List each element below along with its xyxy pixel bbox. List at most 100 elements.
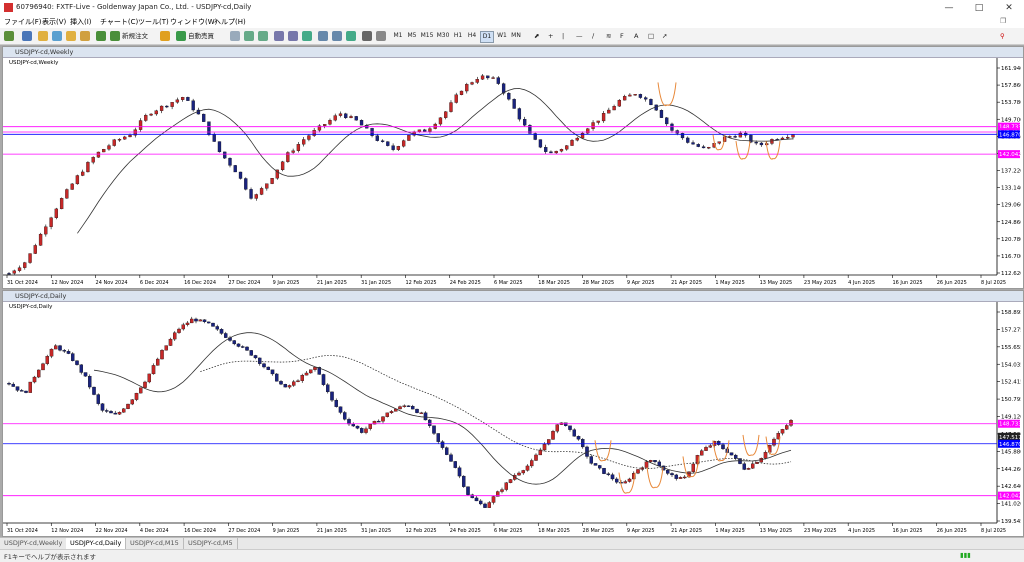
daily-chart-window[interactable]: USDJPY-cd,Daily USDJPY-cd,Daily 158.8951… bbox=[2, 290, 1024, 537]
label-icon[interactable]: □ bbox=[648, 30, 654, 42]
timeframe-h1[interactable]: H1 bbox=[452, 31, 464, 41]
candle-body bbox=[644, 97, 648, 100]
timeframe-m15[interactable]: M15 bbox=[420, 31, 434, 41]
weekly-chart-window[interactable]: USDJPY-cd,Weekly USDJPY-cd,Weekly 161.94… bbox=[2, 46, 1024, 289]
timeframe-mn[interactable]: MN bbox=[510, 31, 522, 41]
periods-icon[interactable] bbox=[362, 31, 372, 41]
autoscroll-icon[interactable] bbox=[332, 31, 342, 41]
tab-m5[interactable]: USDJPY-cd,M5 bbox=[184, 538, 238, 549]
candle-body bbox=[45, 356, 50, 364]
bar-chart-icon[interactable] bbox=[230, 31, 240, 41]
candle-body bbox=[123, 136, 127, 140]
tab-m15[interactable]: USDJPY-cd,M15 bbox=[126, 538, 184, 549]
candle-body bbox=[71, 353, 75, 361]
candle-body bbox=[259, 188, 264, 195]
arrows-icon[interactable]: ➚ bbox=[662, 30, 667, 42]
search-icon[interactable]: ⚲ bbox=[1000, 30, 1005, 42]
candle-body bbox=[102, 148, 106, 153]
menu-tools[interactable]: ツール(T) bbox=[138, 17, 169, 27]
candle-body bbox=[168, 338, 173, 346]
candle-body bbox=[508, 479, 513, 483]
candle-body bbox=[772, 438, 776, 446]
candle-body bbox=[279, 381, 283, 385]
tile-windows-icon[interactable] bbox=[302, 31, 312, 41]
minimize-button[interactable]: — bbox=[934, 0, 964, 16]
candle-body bbox=[105, 410, 109, 412]
strategy-tester-icon[interactable] bbox=[96, 31, 106, 41]
market-watch-icon[interactable] bbox=[38, 31, 48, 41]
candle-body bbox=[32, 376, 37, 383]
candle-body bbox=[223, 151, 227, 159]
auto-trading-icon[interactable] bbox=[176, 31, 186, 41]
timeframe-h4[interactable]: H4 bbox=[466, 31, 478, 41]
candlestick-icon[interactable] bbox=[244, 31, 254, 41]
crosshair-icon[interactable]: + bbox=[548, 30, 553, 42]
new-order-icon[interactable] bbox=[110, 31, 120, 41]
new-chart-icon[interactable] bbox=[4, 31, 14, 41]
daily-window-titlebar[interactable]: USDJPY-cd,Daily bbox=[3, 291, 1023, 302]
tab-daily[interactable]: USDJPY-cd,Daily bbox=[66, 538, 127, 549]
menu-insert[interactable]: 挿入(I) bbox=[70, 17, 92, 27]
new-order-button[interactable]: 新規注文 bbox=[122, 30, 148, 42]
timeframe-m30[interactable]: M30 bbox=[436, 31, 450, 41]
candle-body bbox=[122, 408, 126, 413]
channel-icon[interactable]: ≋ bbox=[606, 30, 611, 42]
candle-body bbox=[17, 267, 22, 271]
time-axis-label: 8 Jul 2025 bbox=[981, 528, 1006, 534]
profiles-icon[interactable] bbox=[22, 31, 32, 41]
timeframe-d1[interactable]: D1 bbox=[480, 31, 494, 43]
metaeditor-icon[interactable] bbox=[160, 31, 170, 41]
annotation-curve bbox=[657, 82, 677, 107]
timeframe-w1[interactable]: W1 bbox=[496, 31, 508, 41]
navigator-icon[interactable] bbox=[66, 31, 76, 41]
data-window-icon[interactable] bbox=[52, 31, 62, 41]
text-icon[interactable]: A bbox=[634, 30, 638, 42]
fibonacci-icon[interactable]: F bbox=[620, 30, 624, 42]
daily-chart[interactable]: 158.895 157.275 155.655 154.035 152.415 150.7… bbox=[3, 302, 1021, 535]
zoom-out-icon[interactable] bbox=[288, 31, 298, 41]
candle-body bbox=[70, 183, 74, 190]
indicators-icon[interactable] bbox=[346, 31, 356, 41]
menu-file[interactable]: ファイル(F) bbox=[4, 17, 42, 27]
trendline-icon[interactable]: ∕ bbox=[592, 30, 594, 42]
candle-body bbox=[568, 425, 572, 430]
candle-body bbox=[436, 433, 440, 442]
timeframe-m1[interactable]: M1 bbox=[392, 31, 404, 41]
terminal-icon[interactable] bbox=[80, 31, 90, 41]
weekly-window-titlebar[interactable]: USDJPY-cd,Weekly bbox=[3, 47, 1023, 58]
time-axis-label: 28 Mar 2025 bbox=[583, 528, 615, 534]
cursor-icon[interactable]: ⬈ bbox=[534, 30, 539, 42]
time-axis-label: 1 May 2025 bbox=[715, 528, 744, 534]
candle-body bbox=[92, 386, 96, 395]
line-chart-icon[interactable] bbox=[258, 31, 268, 41]
horizontal-line-icon[interactable]: — bbox=[576, 30, 583, 42]
timeframe-m5[interactable]: M5 bbox=[406, 31, 418, 41]
candle-body bbox=[486, 75, 490, 79]
menu-view[interactable]: 表示(V) bbox=[42, 17, 66, 27]
price-tag-label: 148.733 bbox=[999, 422, 1021, 428]
menu-help[interactable]: ヘルプ(H) bbox=[214, 17, 246, 27]
close-button[interactable]: ✕ bbox=[994, 0, 1024, 16]
tab-weekly[interactable]: USDJPY-cd,Weekly bbox=[0, 538, 68, 549]
candle-body bbox=[478, 500, 483, 505]
price-axis-label: 145.880 bbox=[1001, 449, 1021, 455]
time-axis-label: 24 Feb 2025 bbox=[450, 280, 481, 286]
zoom-in-icon[interactable] bbox=[274, 31, 284, 41]
restore-icon[interactable]: ❐ bbox=[1000, 17, 1006, 25]
candle-body bbox=[586, 128, 590, 134]
chart-shift-icon[interactable] bbox=[318, 31, 328, 41]
candle-body bbox=[181, 324, 185, 330]
templates-icon[interactable] bbox=[376, 31, 386, 41]
candle-body bbox=[254, 194, 258, 199]
menu-window[interactable]: ウィンドウ(W) bbox=[170, 17, 217, 27]
auto-trading-button[interactable]: 自動売買 bbox=[188, 30, 214, 42]
candle-body bbox=[385, 412, 389, 417]
candle-body bbox=[342, 412, 347, 420]
vertical-line-icon[interactable]: | bbox=[562, 30, 564, 42]
candle-body bbox=[138, 120, 143, 130]
menu-chart[interactable]: チャート(C) bbox=[100, 17, 138, 27]
candle-body bbox=[789, 420, 793, 426]
weekly-chart[interactable]: 161.940157.860153.780149.700145.500141.4… bbox=[3, 58, 1021, 287]
candle-body bbox=[368, 424, 372, 429]
maximize-button[interactable]: □ bbox=[964, 0, 994, 16]
